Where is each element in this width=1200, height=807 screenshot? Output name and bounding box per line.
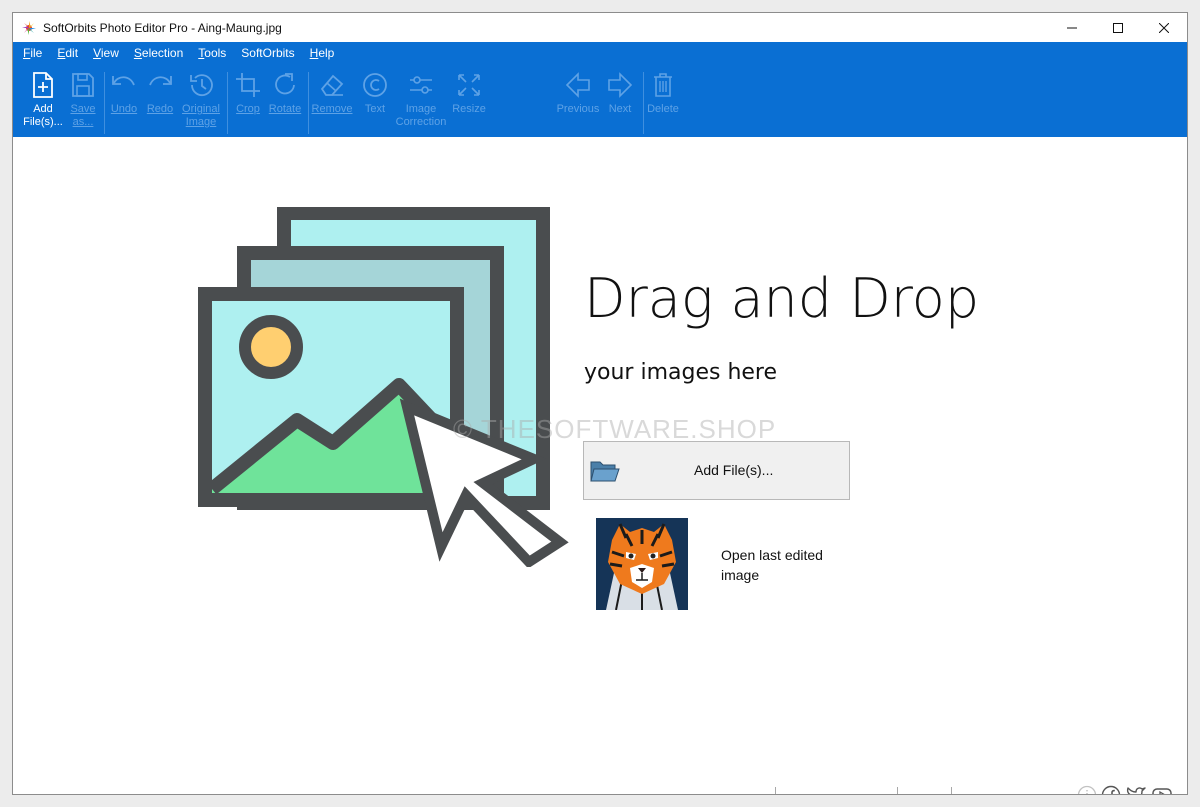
image-correction-tool[interactable]: Image Correction xyxy=(394,70,448,136)
toolbar-separator xyxy=(308,72,309,134)
crop-icon xyxy=(236,73,260,97)
title-bar[interactable]: SoftOrbits Photo Editor Pro - Aing-Maung… xyxy=(13,13,1187,42)
menu-bar: File Edit View Selection Tools SoftOrbit… xyxy=(23,46,349,64)
folder-icon xyxy=(590,461,620,482)
copyright-text-icon xyxy=(363,73,387,97)
arrow-left-icon xyxy=(565,72,590,98)
rotate-tool[interactable]: Rotate xyxy=(267,70,303,136)
save-as-tool[interactable]: Save as... xyxy=(67,70,99,136)
status-separator xyxy=(951,787,952,794)
close-icon xyxy=(1159,22,1169,33)
remove-tool[interactable]: Remove xyxy=(311,70,353,136)
resize-label: Resize xyxy=(452,103,486,115)
twitter-icon[interactable] xyxy=(1125,785,1147,794)
arrow-right-icon xyxy=(608,72,633,98)
window-controls xyxy=(1049,13,1187,42)
redo-label: Redo xyxy=(146,103,174,115)
tiger-thumbnail-icon xyxy=(596,518,688,610)
crop-tool[interactable]: Crop xyxy=(231,70,265,136)
add-files-tool[interactable]: Add File(s)... xyxy=(23,70,63,136)
undo-icon xyxy=(112,76,135,86)
previous-label: Previous xyxy=(556,103,600,115)
previous-tool[interactable]: Previous xyxy=(556,70,600,136)
open-last-edited-link[interactable]: Open last edited image xyxy=(721,545,861,585)
redo-icon xyxy=(149,76,172,86)
save-as-label: Save as... xyxy=(70,103,96,128)
save-icon xyxy=(72,73,94,97)
image-stack-icon xyxy=(198,207,569,567)
image-correction-label: Image Correction xyxy=(395,103,447,128)
toolbar-separator xyxy=(227,72,228,134)
add-file-icon xyxy=(33,72,53,98)
info-icon[interactable] xyxy=(1077,785,1097,794)
drop-zone[interactable]: Drag and Drop your images here © THESOFT… xyxy=(13,137,1187,794)
text-label: Text xyxy=(364,103,386,115)
status-separator xyxy=(775,787,776,794)
facebook-icon[interactable] xyxy=(1101,785,1121,794)
minimize-button[interactable] xyxy=(1049,13,1095,42)
app-window: SoftOrbits Photo Editor Pro - Aing-Maung… xyxy=(12,12,1188,795)
menu-tools[interactable]: Tools xyxy=(198,46,226,64)
ribbon: File Edit View Selection Tools SoftOrbit… xyxy=(13,42,1187,137)
menu-softorbits[interactable]: SoftOrbits xyxy=(241,46,294,64)
resize-tool[interactable]: Resize xyxy=(452,70,486,136)
close-button[interactable] xyxy=(1141,13,1187,42)
drag-drop-headline: Drag and Drop xyxy=(584,267,980,330)
text-tool[interactable]: Text xyxy=(359,70,391,136)
menu-edit[interactable]: Edit xyxy=(57,46,78,64)
minimize-icon xyxy=(1067,27,1077,28)
remove-label: Remove xyxy=(311,103,353,115)
drag-drop-subline: your images here xyxy=(584,360,778,385)
original-image-tool[interactable]: Original Image xyxy=(179,70,223,136)
original-image-label: Original Image xyxy=(182,103,220,128)
softorbits-logo-icon xyxy=(22,20,36,35)
rotate-icon xyxy=(275,73,295,95)
undo-label: Undo xyxy=(110,103,138,115)
social-links xyxy=(1077,785,1173,794)
undo-tool[interactable]: Undo xyxy=(108,70,140,136)
crop-label: Crop xyxy=(236,103,260,115)
menu-view[interactable]: View xyxy=(93,46,119,64)
add-files-label: Add File(s)... xyxy=(23,103,63,128)
history-icon xyxy=(190,74,213,97)
next-tool[interactable]: Next xyxy=(605,70,635,136)
rotate-label: Rotate xyxy=(268,103,302,115)
toolbar-separator xyxy=(643,72,644,134)
redo-tool[interactable]: Redo xyxy=(144,70,176,136)
toolbar-separator xyxy=(104,72,105,134)
toolbar: Add File(s)... Save as... Undo Redo Orig… xyxy=(13,70,1187,136)
delete-label: Delete xyxy=(647,103,679,115)
window-title: SoftOrbits Photo Editor Pro - Aing-Maung… xyxy=(43,20,282,35)
trash-icon xyxy=(654,73,672,97)
eraser-icon xyxy=(320,74,344,96)
last-edited-thumbnail[interactable] xyxy=(596,518,688,610)
youtube-icon[interactable] xyxy=(1151,785,1173,794)
status-separator xyxy=(897,787,898,794)
resize-arrows-icon xyxy=(458,74,480,96)
maximize-button[interactable] xyxy=(1095,13,1141,42)
add-files-button-label: Add File(s)... xyxy=(694,462,774,478)
next-label: Next xyxy=(608,103,632,115)
maximize-icon xyxy=(1113,22,1123,33)
menu-selection[interactable]: Selection xyxy=(134,46,183,64)
menu-file[interactable]: File xyxy=(23,46,42,64)
menu-help[interactable]: Help xyxy=(310,46,335,64)
add-files-button[interactable]: Add File(s)... xyxy=(583,441,850,500)
delete-tool[interactable]: Delete xyxy=(646,70,680,136)
sliders-icon xyxy=(410,76,432,94)
